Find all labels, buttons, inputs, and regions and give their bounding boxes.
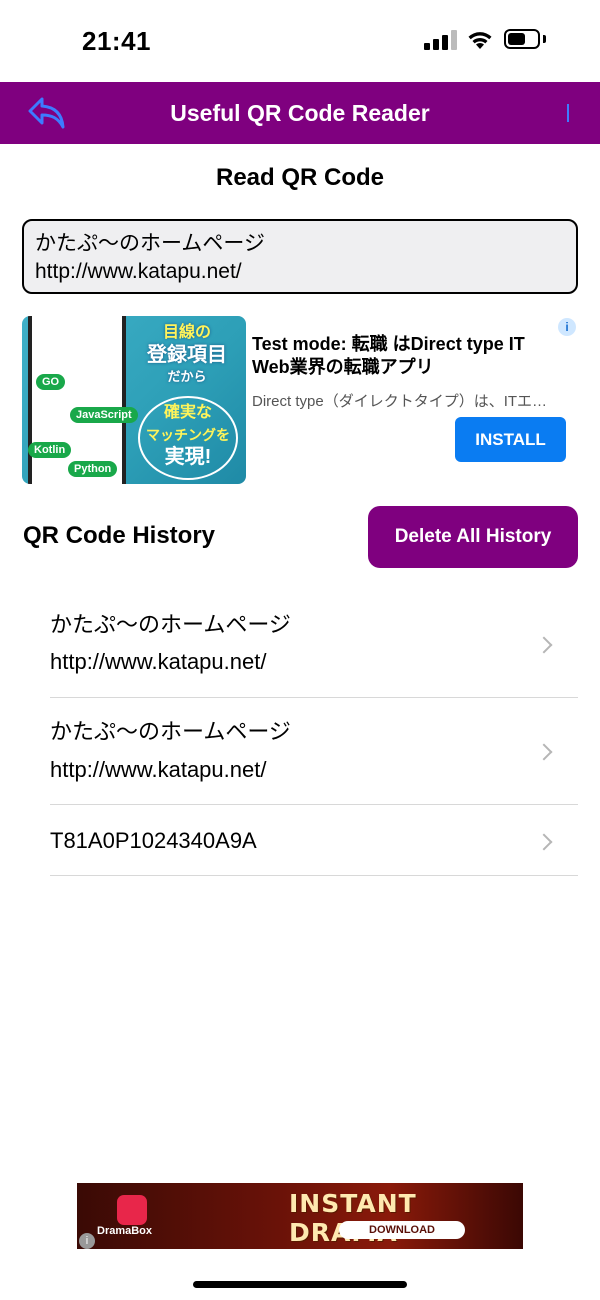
ad-chip-python: Python (68, 461, 118, 477)
ad-phone-mockup (28, 316, 126, 484)
qr-result-textbox[interactable]: かたぷ〜のホームページ http://www.katapu.net/ (22, 219, 578, 294)
info-icon[interactable]: i (558, 318, 576, 336)
ad-chip-kotlin: Kotlin (28, 442, 72, 458)
history-row-line: かたぷ〜のホームページ (50, 719, 291, 744)
wifi-icon (468, 32, 492, 49)
history-row-line: http://www.katapu.net/ (50, 757, 267, 782)
dramabox-logo-icon (117, 1195, 147, 1225)
battery-tip (543, 35, 546, 43)
ad-image-circle-text: 確実な マッチングを 実現! (138, 396, 238, 480)
history-title: QR Code History (23, 522, 216, 549)
battery-icon (504, 29, 540, 49)
info-icon[interactable]: i (79, 1233, 95, 1249)
cellular-signal-icon (424, 30, 458, 50)
ad-body: Direct type（ダイレクトタイプ）は、ITエ… (252, 393, 548, 410)
ad-chip-javascript: JavaScript (70, 407, 138, 423)
delete-all-history-button[interactable]: Delete All History (368, 506, 578, 568)
ad-headline[interactable]: Test mode: 転職 はDirect type IT Web業界の転職アプ… (252, 333, 558, 379)
ad-chip-go: GO (36, 374, 66, 390)
install-button[interactable]: INSTALL (455, 417, 566, 462)
status-time: 21:41 (82, 26, 151, 56)
home-indicator (193, 1281, 407, 1288)
read-qr-title: Read QR Code (215, 164, 385, 191)
history-row[interactable]: かたぷ〜のホームページ http://www.katapu.net/ (50, 698, 578, 805)
chevron-right-icon (535, 636, 553, 654)
banner-ad[interactable]: DramaBox INSTANT DRAMA DOWNLOAD (77, 1183, 523, 1249)
history-row-line: かたぷ〜のホームページ (50, 612, 291, 637)
history-row[interactable]: かたぷ〜のホームページ http://www.katapu.net/ (50, 590, 578, 698)
history-row-line: http://www.katapu.net/ (50, 649, 267, 674)
back-undo-icon[interactable] (26, 94, 68, 132)
history-row[interactable]: T81A0P1024340A9A (50, 805, 578, 876)
result-line-2: http://www.katapu.net/ (35, 260, 242, 283)
ad-image-headline: 目線の 登録項目 だから (147, 324, 227, 384)
ad-image[interactable]: GO JavaScript Kotlin Python 目線の 登録項目 だから… (22, 316, 246, 484)
history-row-line: T81A0P1024340A9A (50, 828, 257, 853)
banner-download-button[interactable]: DOWNLOAD (339, 1221, 465, 1239)
nav-right-indicator (567, 104, 569, 122)
banner-brand: DramaBox (97, 1225, 153, 1237)
result-line-1: かたぷ〜のホームページ (35, 232, 265, 255)
chevron-right-icon (535, 743, 553, 761)
chevron-right-icon (535, 833, 553, 851)
nav-title: Useful QR Code Reader (170, 100, 430, 126)
